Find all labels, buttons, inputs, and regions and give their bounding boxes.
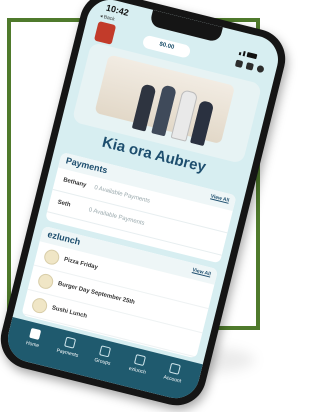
tab-home[interactable]: Home xyxy=(14,325,51,365)
bell-icon[interactable] xyxy=(234,59,244,68)
tab-label: Account xyxy=(162,374,182,385)
home-icon xyxy=(29,327,42,340)
tab-groups[interactable]: Groups xyxy=(83,343,120,383)
lunch-item-name: Sushi Lunch xyxy=(51,305,88,320)
payment-child-name: Seth xyxy=(56,199,71,209)
tab-label: Home xyxy=(25,340,40,350)
avatar[interactable] xyxy=(93,21,117,45)
tab-payments[interactable]: Payments xyxy=(49,334,86,374)
payment-child-name: Bethany xyxy=(62,177,87,189)
tab-label: Groups xyxy=(93,357,112,367)
ezlunch-icon xyxy=(133,353,147,367)
help-icon[interactable] xyxy=(256,64,265,74)
groups-icon xyxy=(98,345,112,358)
payments-icon xyxy=(64,336,77,349)
ezlunch-view-all-link[interactable]: View All xyxy=(192,267,212,277)
tab-label: Payments xyxy=(55,347,79,359)
tab-ezlunch[interactable]: ezlunch xyxy=(118,352,155,392)
pizza-icon xyxy=(42,248,61,267)
lunch-item-name: Pizza Friday xyxy=(63,256,99,271)
people-icon[interactable] xyxy=(245,62,254,71)
burger-icon xyxy=(36,272,55,291)
signal-icon xyxy=(242,50,246,57)
payment-available: 0 Available Payments xyxy=(87,207,145,227)
tab-account[interactable]: Account xyxy=(153,360,190,400)
payments-view-all-link[interactable]: View All xyxy=(210,193,230,203)
sushi-icon xyxy=(30,296,49,315)
balance-pill[interactable]: $0.00 xyxy=(141,34,192,59)
status-icons xyxy=(238,37,269,60)
battery-icon xyxy=(246,51,258,60)
account-icon xyxy=(168,362,181,375)
top-icons xyxy=(234,59,265,74)
tab-label: ezlunch xyxy=(128,365,147,376)
signal-icon xyxy=(238,51,242,56)
